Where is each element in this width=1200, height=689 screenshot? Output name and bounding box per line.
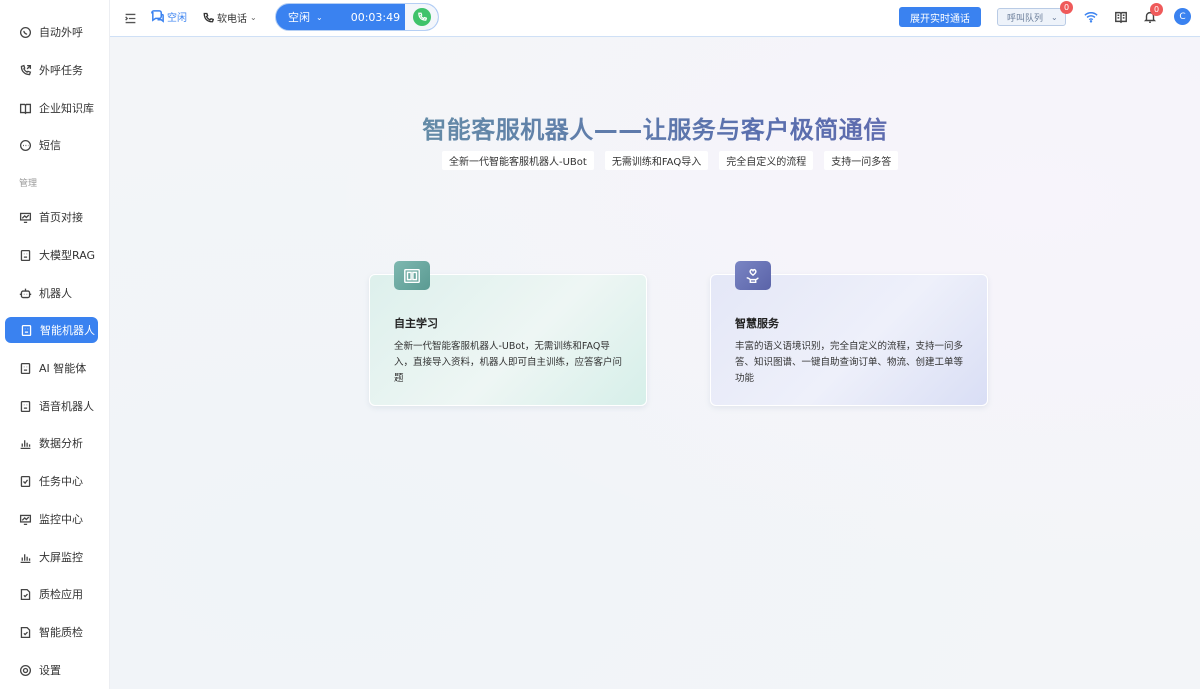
call-control-bar: 空闲 ⌄ 00:03:49: [275, 3, 439, 31]
wifi-icon[interactable]: [1083, 9, 1099, 25]
phone-call-icon: [412, 8, 431, 26]
sidebar-item-auto-call[interactable]: 自动外呼: [4, 19, 98, 45]
hand-heart-icon: [735, 261, 771, 290]
doc-check-icon: [18, 587, 32, 601]
sidebar-item-label: 监控中心: [39, 513, 83, 526]
feature-tag: 全新一代智能客服机器人-UBot: [442, 151, 594, 170]
sidebar-item-label: 大屏监控: [39, 551, 83, 564]
phone-type-select[interactable]: 软电话 ⌄: [202, 10, 257, 25]
doc-check-icon: [18, 625, 32, 639]
expand-live-call-button[interactable]: 展开实时通话: [899, 7, 981, 27]
sidebar-item-smart-robot[interactable]: 智能机器人: [5, 317, 98, 343]
call-queue-select[interactable]: 呼叫队列 ⌄: [997, 8, 1066, 26]
sidebar-item-home-integration[interactable]: 首页对接: [4, 204, 98, 230]
robot-icon: [18, 286, 32, 300]
sidebar-item-label: 短信: [39, 139, 61, 152]
feature-tag: 完全自定义的流程: [719, 151, 814, 170]
sidebar-item-label: 外呼任务: [39, 64, 83, 77]
answer-call-button[interactable]: [405, 4, 438, 30]
sidebar-item-qa-app[interactable]: 质检应用: [4, 581, 98, 607]
open-book-icon: [394, 261, 430, 290]
sidebar-item-label: AI 智能体: [39, 362, 87, 375]
task-check-icon: [18, 474, 32, 488]
feature-tag: 无需训练和FAQ导入: [604, 151, 709, 170]
call-queue-label: 呼叫队列: [1007, 13, 1044, 24]
monitor-chart-icon: [18, 210, 32, 224]
robot-face-icon: [18, 248, 32, 262]
book-icon: [18, 101, 32, 115]
phone-out-icon: [18, 63, 32, 77]
card-description: 丰富的语义语境识别，完全自定义的流程，支持一问多答、知识图谱、一键自助查询订单、…: [735, 341, 964, 384]
feature-card-smart-service[interactable]: 智慧服务 丰富的语义语境识别，完全自定义的流程，支持一问多答、知识图谱、一键自助…: [710, 261, 988, 406]
call-status-label: 空闲: [288, 11, 310, 24]
top-bar: 空闲 软电话 ⌄ 空闲 ⌄ 00:03:49 展开实时通话 呼叫队列 ⌄ 0 0…: [110, 0, 1200, 37]
sidebar-item-smart-qa[interactable]: 智能质检: [4, 619, 98, 645]
sms-icon: [18, 138, 32, 152]
sidebar-item-llm-rag[interactable]: 大模型RAG: [4, 242, 98, 268]
monitor-chart-icon: [18, 512, 32, 526]
sidebar-item-label: 自动外呼: [39, 26, 83, 39]
whatsapp-icon: [18, 25, 32, 39]
section-label-manage: 管理: [19, 179, 38, 189]
robot-face-icon: [19, 323, 33, 337]
sidebar-item-data-analysis[interactable]: 数据分析: [4, 430, 98, 456]
card-title: 智慧服务: [735, 317, 779, 330]
call-timer: 00:03:49: [350, 10, 401, 24]
notification-count-badge: 0: [1150, 3, 1163, 16]
agent-status-label: 空闲: [167, 13, 187, 24]
robot-face-icon: [18, 361, 32, 375]
sidebar-item-task-center[interactable]: 任务中心: [4, 468, 98, 494]
sidebar-item-label: 企业知识库: [39, 102, 94, 115]
chevron-down-icon: ⌄: [1051, 12, 1058, 22]
robot-face-icon: [18, 399, 32, 413]
sidebar-item-label: 语音机器人: [39, 400, 94, 413]
sidebar-item-robot[interactable]: 机器人: [4, 280, 98, 306]
menu-toggle-icon[interactable]: [124, 10, 138, 24]
sidebar-item-label: 首页对接: [39, 211, 83, 224]
main-content: 智能客服机器人——让服务与客户极简通信 全新一代智能客服机器人-UBot 无需训…: [110, 38, 1200, 689]
bar-chart-icon: [18, 436, 32, 450]
avatar[interactable]: C: [1174, 8, 1191, 25]
sidebar-item-label: 质检应用: [39, 588, 83, 601]
phone-type-label: 软电话: [217, 14, 247, 25]
chat-bubble-icon: [151, 10, 164, 23]
queue-count-badge: 0: [1060, 1, 1073, 14]
sidebar-item-ai-agent[interactable]: AI 智能体: [4, 355, 98, 381]
sidebar-item-settings[interactable]: 设置: [4, 657, 98, 683]
sidebar-item-label: 机器人: [39, 287, 72, 300]
sidebar-item-label: 大模型RAG: [39, 249, 96, 262]
sidebar-item-label: 数据分析: [39, 437, 83, 450]
card-description: 全新一代智能客服机器人-UBot，无需训练和FAQ导入，直接导入资料，机器人即可…: [394, 341, 623, 384]
sidebar-item-knowledge-base[interactable]: 企业知识库: [4, 95, 98, 121]
sidebar-item-label: 设置: [39, 664, 61, 677]
sidebar: 自动外呼 外呼任务 企业知识库 短信 管理 首页对接 大模型RAG 机器人 智能…: [0, 0, 110, 689]
bar-chart-icon: [18, 550, 32, 564]
chevron-down-icon: ⌄: [250, 13, 257, 22]
sidebar-item-label: 智能机器人: [40, 324, 95, 337]
feature-card-self-learning[interactable]: 自主学习 全新一代智能客服机器人-UBot，无需训练和FAQ导入，直接导入资料，…: [369, 261, 647, 406]
sidebar-item-voice-robot[interactable]: 语音机器人: [4, 393, 98, 419]
gear-icon: [18, 663, 32, 677]
call-status-select[interactable]: 空闲 ⌄: [288, 9, 323, 25]
sidebar-item-call-task[interactable]: 外呼任务: [4, 57, 98, 83]
sidebar-item-label: 智能质检: [39, 626, 83, 639]
feature-tags: 全新一代智能客服机器人-UBot 无需训练和FAQ导入 完全自定义的流程 支持一…: [442, 151, 899, 170]
sidebar-item-monitor-center[interactable]: 监控中心: [4, 506, 98, 532]
card-title: 自主学习: [394, 317, 438, 330]
feature-tag: 支持一问多答: [824, 151, 899, 170]
phone-icon: [203, 12, 214, 22]
page-title: 智能客服机器人——让服务与客户极简通信: [110, 110, 1200, 145]
chevron-down-icon: ⌄: [316, 12, 323, 22]
sidebar-item-big-screen[interactable]: 大屏监控: [4, 544, 98, 570]
agent-status[interactable]: 空闲: [150, 9, 187, 24]
sidebar-item-label: 任务中心: [39, 475, 83, 488]
sidebar-item-sms[interactable]: 短信: [4, 132, 98, 158]
book-icon[interactable]: [1113, 9, 1129, 25]
